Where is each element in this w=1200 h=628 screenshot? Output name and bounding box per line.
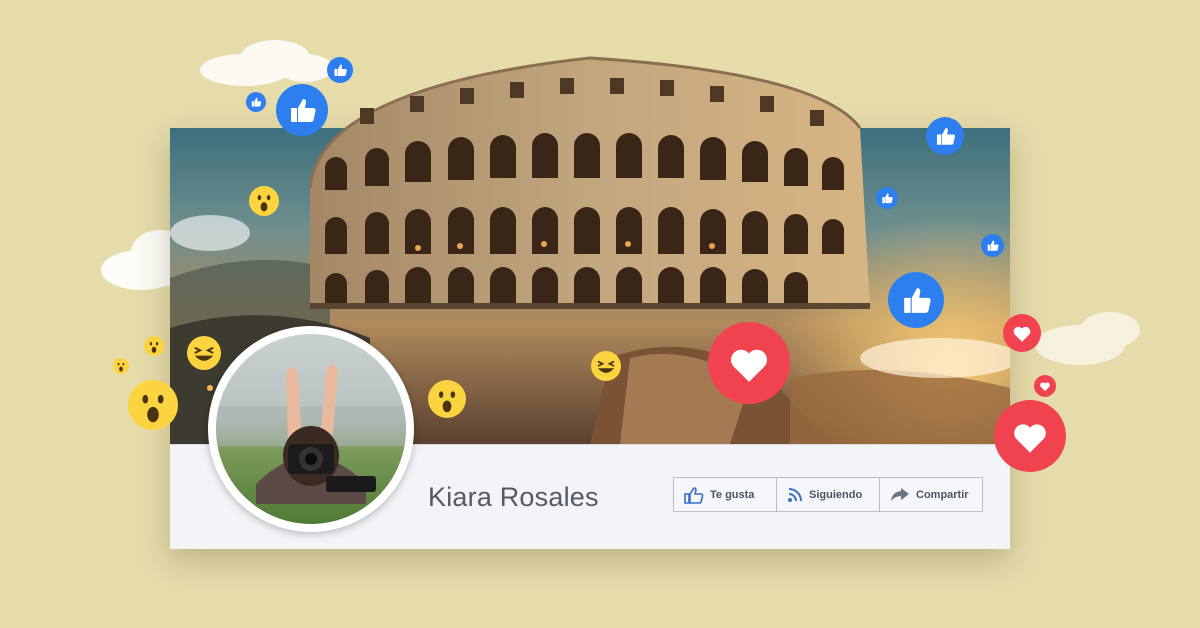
heart-icon (708, 322, 790, 404)
thumbs-up-icon (327, 57, 353, 83)
colosseum-illustration (308, 56, 870, 309)
share-label: Compartir (916, 488, 969, 501)
heart-icon (1003, 314, 1041, 352)
laugh-emoji-icon (187, 336, 221, 370)
thumbs-up-icon (276, 84, 328, 136)
wow-emoji-icon (428, 380, 466, 418)
like-label: Te gusta (710, 488, 755, 501)
wow-emoji-icon (144, 336, 164, 356)
wow-emoji-icon (249, 186, 279, 216)
cloud-icon (1035, 312, 1140, 365)
heart-icon (994, 400, 1066, 472)
thumbs-up-icon (981, 234, 1004, 257)
laugh-emoji-icon (591, 351, 621, 381)
avatar[interactable] (208, 326, 414, 532)
wow-emoji-icon (128, 380, 178, 430)
follow-button[interactable]: Siguiendo (777, 478, 880, 511)
share-button[interactable]: Compartir (880, 478, 982, 511)
profile-actions: Te gusta Siguiendo Compartir (673, 477, 983, 512)
avatar-photo (216, 334, 406, 524)
like-icon (684, 486, 704, 504)
thumbs-up-icon (876, 187, 898, 209)
heart-icon (1034, 375, 1056, 397)
wow-emoji-icon (113, 358, 129, 374)
profile-name: Kiara Rosales (428, 482, 599, 512)
thumbs-up-icon (926, 117, 964, 155)
thumbs-up-icon (246, 92, 266, 112)
follow-label: Siguiendo (809, 488, 863, 501)
thumbs-up-icon (888, 272, 944, 328)
rss-icon (788, 487, 802, 502)
like-button[interactable]: Te gusta (674, 478, 777, 511)
share-icon (891, 487, 909, 501)
